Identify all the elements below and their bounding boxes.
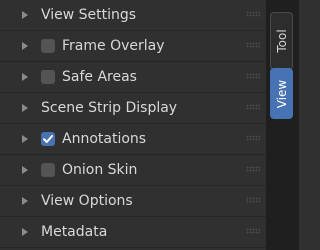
expand-arrow-icon[interactable] — [22, 42, 28, 50]
panel-metadata[interactable]: Metadata — [0, 217, 266, 248]
tab-tool[interactable]: Tool — [270, 12, 293, 70]
tab-label: Tool — [274, 29, 289, 53]
panel-onion-skin[interactable]: Onion Skin — [0, 155, 266, 186]
panel-label: Onion Skin — [62, 162, 138, 178]
properties-panel: View Settings Frame Overlay Safe Areas S… — [0, 0, 266, 250]
panel-annotations[interactable]: Annotations — [0, 124, 266, 155]
drag-handle-icon[interactable] — [246, 104, 260, 110]
panel-label: Annotations — [62, 131, 147, 147]
checkmark-icon — [43, 135, 53, 143]
drag-handle-icon[interactable] — [246, 135, 260, 141]
drag-handle-icon[interactable] — [246, 73, 260, 79]
panel-label: View Options — [41, 193, 133, 209]
panel-label: Frame Overlay — [62, 38, 165, 54]
panel-view-settings[interactable]: View Settings — [0, 0, 266, 31]
expand-arrow-icon[interactable] — [22, 135, 28, 143]
tab-view[interactable]: View — [270, 68, 293, 119]
drag-handle-icon[interactable] — [246, 197, 260, 203]
panel-label: Metadata — [41, 224, 108, 240]
expand-arrow-icon[interactable] — [22, 228, 28, 236]
panel-view-options[interactable]: View Options — [0, 186, 266, 217]
drag-handle-icon[interactable] — [246, 11, 260, 17]
sidebar-tab-bar: Tool View — [266, 0, 299, 250]
expand-arrow-icon[interactable] — [22, 11, 28, 19]
panel-label: View Settings — [41, 7, 137, 23]
onion-skin-checkbox[interactable] — [41, 163, 55, 177]
panel-scene-strip-display[interactable]: Scene Strip Display — [0, 93, 266, 124]
panel-safe-areas[interactable]: Safe Areas — [0, 62, 266, 93]
panel-frame-overlay[interactable]: Frame Overlay — [0, 31, 266, 62]
expand-arrow-icon[interactable] — [22, 104, 28, 112]
expand-arrow-icon[interactable] — [22, 197, 28, 205]
tab-label: View — [274, 79, 289, 108]
panel-label: Scene Strip Display — [41, 100, 178, 116]
expand-arrow-icon[interactable] — [22, 73, 28, 81]
drag-handle-icon[interactable] — [246, 42, 260, 48]
safe-areas-checkbox[interactable] — [41, 70, 55, 84]
drag-handle-icon[interactable] — [246, 166, 260, 172]
drag-handle-icon[interactable] — [246, 228, 260, 234]
expand-arrow-icon[interactable] — [22, 166, 28, 174]
panel-label: Safe Areas — [62, 69, 137, 85]
annotations-checkbox[interactable] — [41, 132, 55, 146]
frame-overlay-checkbox[interactable] — [41, 39, 55, 53]
